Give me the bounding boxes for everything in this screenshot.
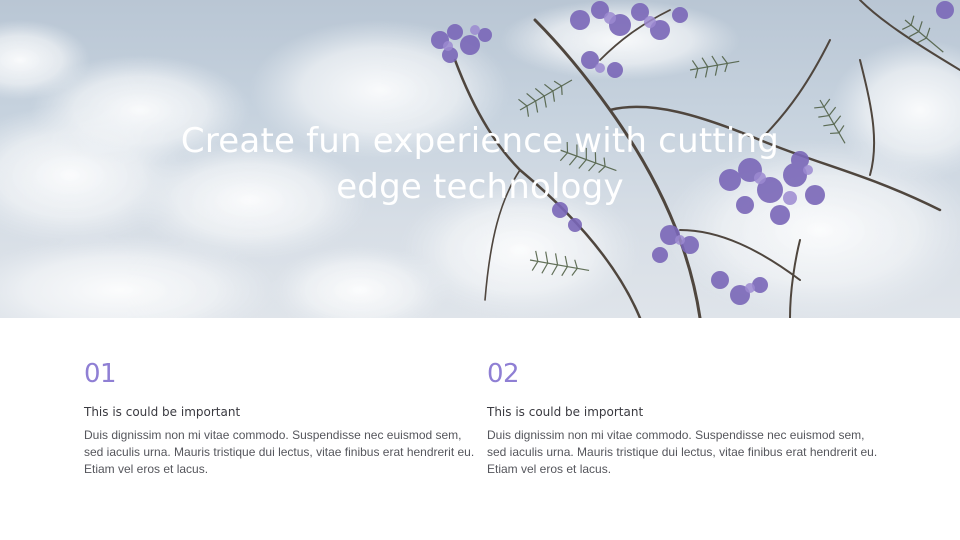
feature-subtitle: This is could be important: [487, 405, 644, 419]
feature-subtitle: This is could be important: [84, 405, 241, 419]
feature-description: Duis dignissim non mi vitae commodo. Sus…: [84, 428, 475, 476]
hero-title-line-2: edge technology: [336, 167, 624, 207]
feature-number: 02: [487, 359, 520, 389]
hero-title-line-1: Create fun experience with cutting: [180, 121, 780, 161]
feature-number: 01: [84, 359, 117, 389]
hero-title: Create fun experience with cutting edge …: [0, 118, 960, 210]
hero-banner: Create fun experience with cutting edge …: [0, 0, 960, 318]
feature-column-2: 02 This is could be important Duis digni…: [487, 356, 887, 478]
feature-description: Duis dignissim non mi vitae commodo. Sus…: [487, 428, 878, 476]
feature-column-1: 01 This is could be important Duis digni…: [84, 356, 484, 478]
